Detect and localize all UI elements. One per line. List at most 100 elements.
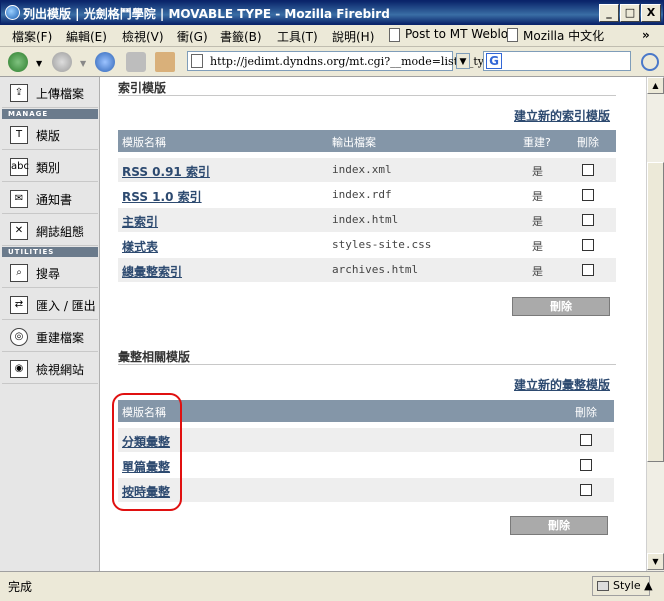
status-text: 完成 <box>8 580 33 594</box>
delete-checkbox[interactable] <box>582 214 594 226</box>
table-row: 樣式表 styles-site.css 是 <box>118 233 616 257</box>
scroll-down-icon[interactable]: ▼ <box>647 553 664 570</box>
style-icon <box>597 581 609 591</box>
bookmark-post-to-mt[interactable]: Post to MT Weblog <box>389 27 516 45</box>
table-row: 分類彙整 <box>118 428 614 452</box>
bookmark-label: Post to MT Weblog <box>405 27 516 41</box>
chevron-down-icon[interactable]: ▼ <box>36 59 42 68</box>
archive-table-header: 模版名稱 刪除 <box>118 400 614 422</box>
menu-bookmarks[interactable]: 書籤(B) <box>220 28 262 45</box>
output-file: index.xml <box>332 163 392 176</box>
create-index-template-link[interactable]: 建立新的索引模版 <box>514 107 610 124</box>
highlight-oval <box>112 393 182 511</box>
template-icon: T <box>10 126 28 144</box>
index-table-header: 模版名稱 輸出檔案 重建? 刪除 <box>118 130 616 152</box>
sidebar-item-label: 重建檔案 <box>36 331 85 345</box>
google-icon: G <box>486 53 502 69</box>
template-name-link[interactable]: 主索引 <box>122 213 158 230</box>
sidebar-item-label: 搜尋 <box>36 267 61 281</box>
sidebar-item-view-site[interactable]: ◉ 檢視網站 <box>2 353 98 384</box>
maximize-button[interactable]: □ <box>620 4 640 22</box>
url-dropdown-icon[interactable]: ▼ <box>456 53 470 69</box>
eye-icon: ◉ <box>10 360 28 378</box>
col-header-delete: 刪除 <box>577 136 599 149</box>
scroll-thumb[interactable] <box>647 162 664 462</box>
delete-checkbox[interactable] <box>582 239 594 251</box>
page-icon <box>191 54 203 68</box>
rebuild-flag: 是 <box>532 190 543 203</box>
scroll-up-icon[interactable]: ▲ <box>647 77 664 94</box>
menu-go[interactable]: 衝(G) <box>177 28 208 45</box>
menu-edit[interactable]: 編輯(E) <box>66 28 107 45</box>
delete-checkbox[interactable] <box>580 459 592 471</box>
sidebar-item-label: 檢視網站 <box>36 363 85 377</box>
delete-checkbox[interactable] <box>582 264 594 276</box>
menu-file[interactable]: 檔案(F) <box>12 28 52 45</box>
table-row: RSS 0.91 索引 index.xml 是 <box>118 158 616 182</box>
sidebar-item-import-export[interactable]: ⇄ 匯入 / 匯出 <box>2 289 98 320</box>
template-name-link[interactable]: RSS 1.0 索引 <box>122 188 202 205</box>
output-file: index.html <box>332 213 399 226</box>
upload-icon: ⇪ <box>10 84 28 102</box>
tools-icon: ✕ <box>10 222 28 240</box>
sidebar-item-search[interactable]: ⌕ 搜尋 <box>2 257 98 288</box>
divider <box>118 364 616 365</box>
sidebar-item-label: 通知書 <box>36 193 73 207</box>
col-header-delete: 刪除 <box>575 406 597 419</box>
sidebar-item-categories[interactable]: abc 類別 <box>2 151 98 182</box>
search-input[interactable]: G <box>483 51 631 71</box>
table-row: 單篇彙整 <box>118 453 614 477</box>
create-archive-template-link[interactable]: 建立新的彙整模版 <box>514 376 610 393</box>
search-go-icon[interactable] <box>641 53 659 71</box>
url-field[interactable]: http://jedimt.dyndns.org/mt.cgi?__mode=l… <box>187 51 507 71</box>
menu-help[interactable]: 說明(H) <box>332 28 374 45</box>
chevron-right-icon[interactable]: » <box>642 28 650 42</box>
close-button[interactable]: X <box>641 4 661 22</box>
delete-checkbox[interactable] <box>580 434 592 446</box>
delete-index-button[interactable]: 刪除 <box>512 297 610 316</box>
sidebar: ⇪ 上傳檔案 MANAGE T 模版 abc 類別 ✉ 通知書 ✕ 網誌組態 U… <box>0 77 100 571</box>
bookmark-mozilla-zh[interactable]: Mozilla 中文化 <box>507 27 604 45</box>
template-name-link[interactable]: RSS 0.91 索引 <box>122 163 210 180</box>
output-file: index.rdf <box>332 188 392 201</box>
sidebar-heading-manage: MANAGE <box>2 109 98 119</box>
template-name-link[interactable]: 樣式表 <box>122 238 158 255</box>
rebuild-flag: 是 <box>532 165 543 178</box>
rebuild-flag: 是 <box>532 240 543 253</box>
sidebar-item-label: 上傳檔案 <box>36 87 85 101</box>
sidebar-item-rebuild[interactable]: ◎ 重建檔案 <box>2 321 98 352</box>
bookmark-label: Mozilla 中文化 <box>523 29 605 43</box>
vertical-scrollbar[interactable]: ▲ ▼ <box>646 77 664 571</box>
delete-checkbox[interactable] <box>582 189 594 201</box>
delete-checkbox[interactable] <box>582 164 594 176</box>
category-icon: abc <box>10 158 29 176</box>
back-icon[interactable] <box>8 52 28 72</box>
reload-icon[interactable] <box>95 52 115 72</box>
chevron-down-icon[interactable]: ▼ <box>80 59 86 68</box>
sidebar-heading-utilities: UTILITIES <box>2 247 98 257</box>
style-button[interactable]: Style ▲ <box>592 576 653 596</box>
delete-archive-button[interactable]: 刪除 <box>510 516 608 535</box>
sidebar-item-notifications[interactable]: ✉ 通知書 <box>2 183 98 214</box>
output-file: archives.html <box>332 263 419 276</box>
menu-tools[interactable]: 工具(T) <box>277 28 318 45</box>
firebird-app-icon <box>5 5 20 20</box>
forward-icon[interactable] <box>52 52 72 72</box>
template-name-link[interactable]: 總彙整索引 <box>122 263 182 280</box>
table-row: 總彙整索引 archives.html 是 <box>118 258 616 282</box>
table-row: 按時彙整 <box>118 478 614 502</box>
minimize-button[interactable]: _ <box>599 4 619 22</box>
sidebar-item-upload[interactable]: ⇪ 上傳檔案 <box>2 77 98 108</box>
col-header-name: 模版名稱 <box>122 136 166 149</box>
sidebar-item-blog-config[interactable]: ✕ 網誌組態 <box>2 215 98 246</box>
menu-bar: 檔案(F) 編輯(E) 檢視(V) 衝(G) 書籤(B) 工具(T) 說明(H)… <box>0 25 664 47</box>
stop-icon[interactable] <box>126 52 146 72</box>
sidebar-item-templates[interactable]: T 模版 <box>2 119 98 150</box>
home-icon[interactable] <box>155 52 175 72</box>
style-label: Style <box>613 579 641 592</box>
rebuild-flag: 是 <box>532 215 543 228</box>
sidebar-item-label: 類別 <box>36 161 61 175</box>
window-title: 列出模版 | 光劍格鬥學院 | MOVABLE TYPE - Mozilla F… <box>23 7 390 21</box>
menu-view[interactable]: 檢視(V) <box>122 28 164 45</box>
delete-checkbox[interactable] <box>580 484 592 496</box>
